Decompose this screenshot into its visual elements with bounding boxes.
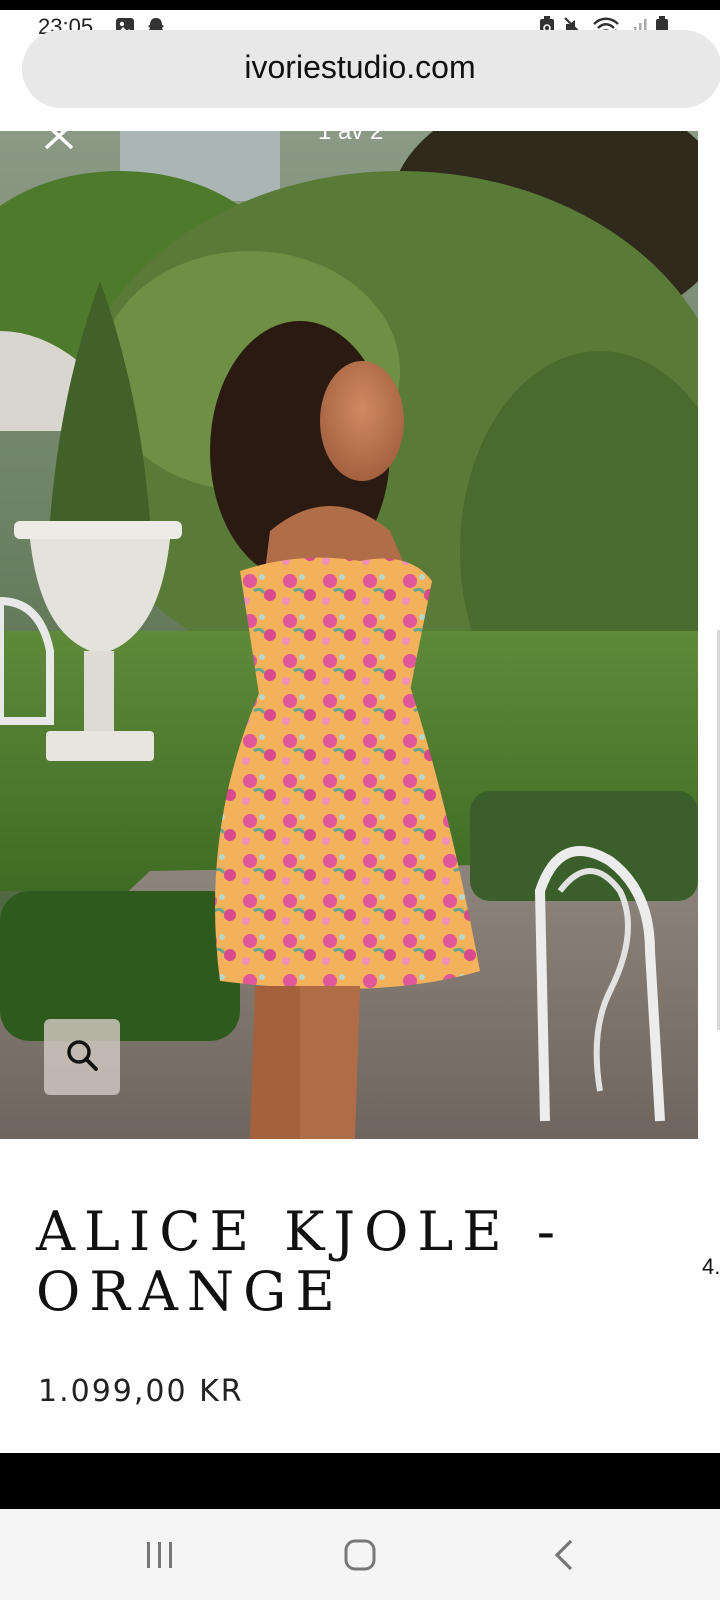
product-photo	[0, 131, 698, 1139]
close-icon[interactable]	[42, 120, 78, 150]
recent-apps-icon[interactable]	[130, 1530, 190, 1580]
page-footer-band	[0, 1453, 720, 1509]
home-icon[interactable]	[330, 1530, 390, 1580]
status-bar-top-edge	[0, 0, 720, 10]
back-icon[interactable]	[534, 1530, 594, 1580]
image-counter: 1 av 2	[318, 118, 384, 144]
product-image[interactable]	[0, 131, 698, 1139]
url-text[interactable]: ivoriestudio.com	[0, 28, 720, 106]
product-title: ALICE KJOLE - ORANGE	[36, 1200, 565, 1323]
product-price: 1.099,00 KR	[38, 1374, 244, 1409]
zoom-button[interactable]	[44, 1019, 120, 1095]
next-item-peek: 4.	[702, 1254, 720, 1279]
search-icon	[64, 1037, 100, 1077]
